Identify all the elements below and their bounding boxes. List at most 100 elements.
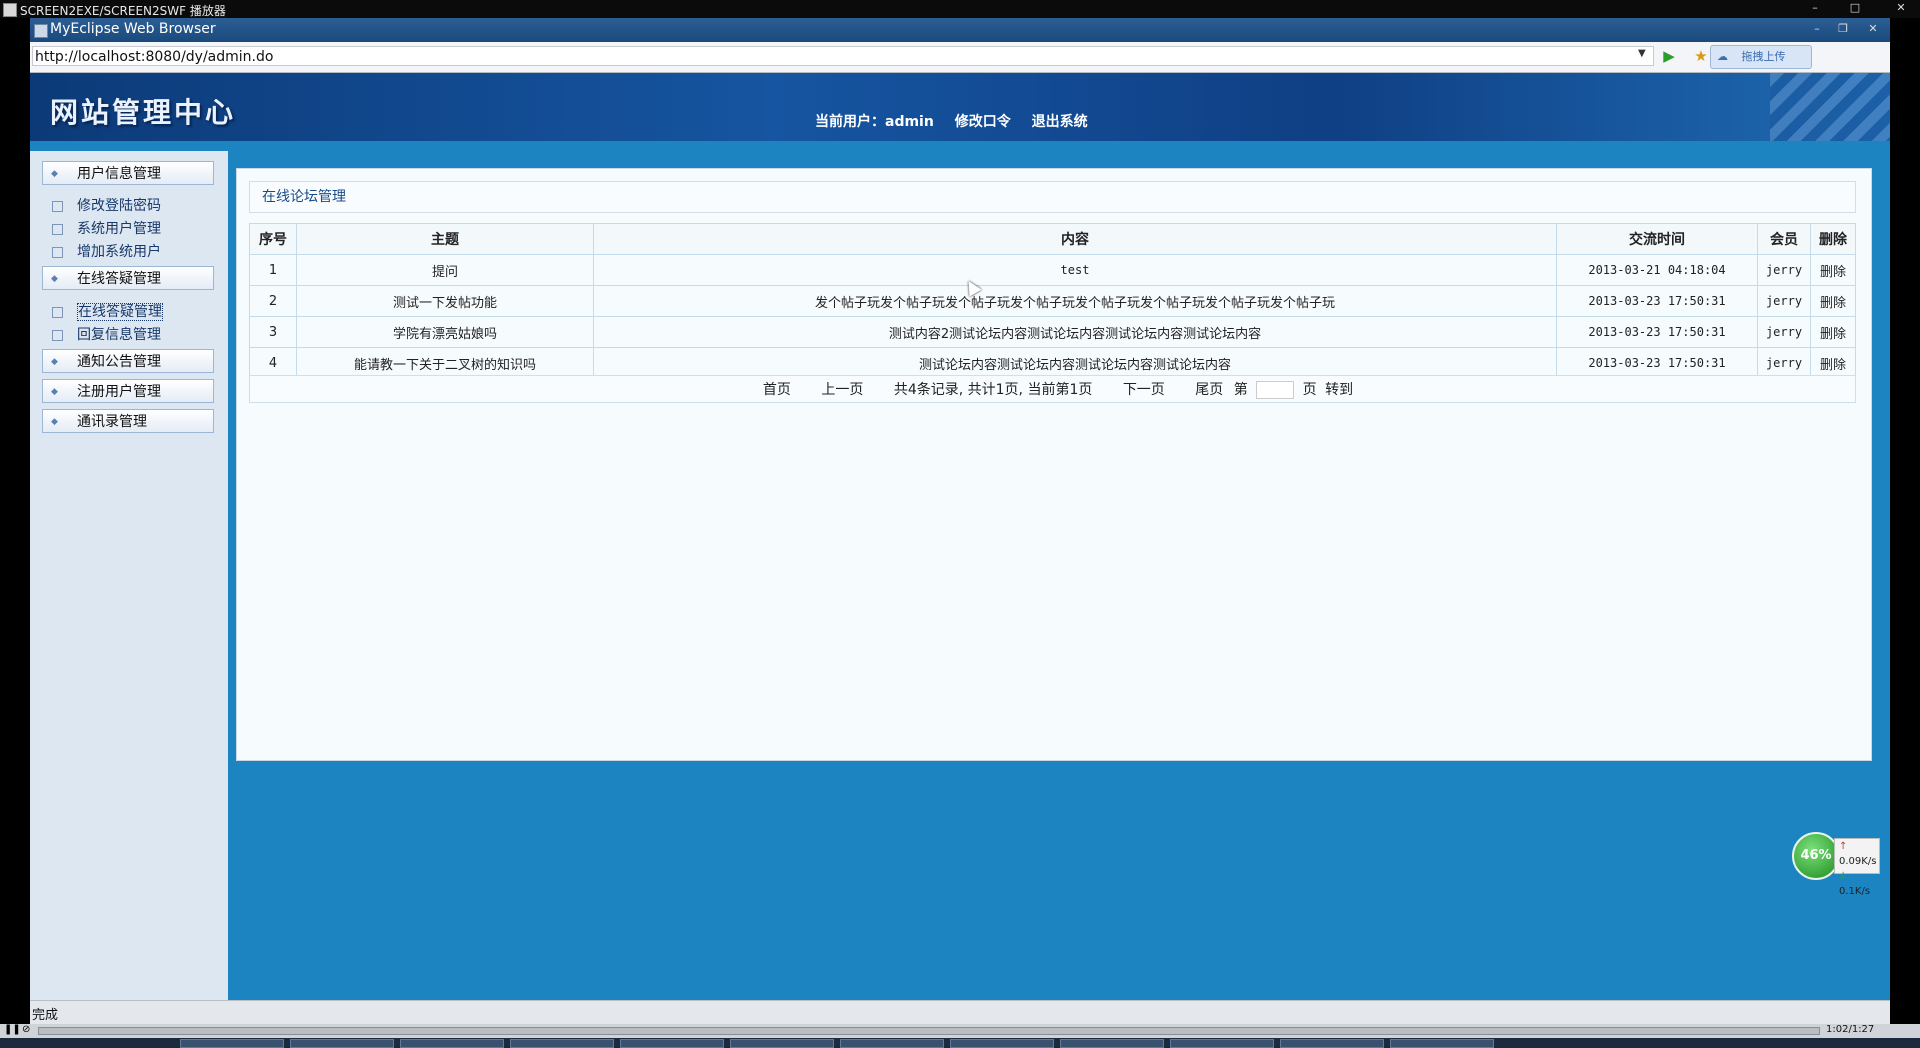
taskbar-item[interactable] xyxy=(1170,1039,1274,1048)
sidebar-item-qa-manage[interactable]: 在线答疑管理 xyxy=(52,301,163,321)
pager-page-suffix: 页 xyxy=(1302,382,1317,398)
cell-content: 发个帖子玩发个帖子玩发个帖子玩发个帖子玩发个帖子玩发个帖子玩发个帖子玩发个帖子玩 xyxy=(593,285,1557,317)
col-header: 序号 xyxy=(249,223,297,255)
current-user: 当前用户：admin xyxy=(815,114,934,130)
url-dropdown-icon[interactable]: ▼ xyxy=(1638,48,1646,59)
change-password-link[interactable]: 修改口令 xyxy=(955,114,1011,130)
table-header-row: 序号 主题 内容 交流时间 会员 删除 xyxy=(249,223,1856,255)
taskbar-item[interactable] xyxy=(510,1039,614,1048)
delete-link[interactable]: 删除 xyxy=(1810,285,1856,317)
taskbar-item[interactable] xyxy=(1060,1039,1164,1048)
delete-link[interactable]: 删除 xyxy=(1810,347,1856,379)
pager-next-link[interactable]: 下一页 xyxy=(1123,382,1165,398)
sidebar-item-label: 修改登陆密码 xyxy=(77,198,161,214)
pager-goto-button[interactable]: 转到 xyxy=(1325,382,1353,398)
pager-prev-link[interactable]: 上一页 xyxy=(821,382,863,398)
player-app-icon xyxy=(3,3,17,17)
tree-node-icon xyxy=(52,223,63,235)
sidebar-item-reply-manage[interactable]: 回复信息管理 xyxy=(52,324,161,344)
cell-time: 2013-03-23 17:50:31 xyxy=(1556,285,1758,317)
taskbar-item[interactable] xyxy=(1390,1039,1494,1048)
taskbar-item[interactable] xyxy=(620,1039,724,1048)
table-row: 4 能请教一下关于二叉树的知识吗 测试论坛内容测试论坛内容测试论坛内容测试论坛内… xyxy=(249,347,1856,379)
header-stripe xyxy=(30,141,1890,151)
header-decoration xyxy=(1770,73,1890,141)
pager-last-link[interactable]: 尾页 xyxy=(1195,382,1223,398)
browser-window: MyEclipse Web Browser – ❐ ✕ http://local… xyxy=(30,18,1890,1024)
menu-group-notices[interactable]: ◆ 通知公告管理 xyxy=(42,349,214,373)
sidebar-item-label: 回复信息管理 xyxy=(77,327,161,343)
player-time: 1:02/1:27 xyxy=(1826,1024,1875,1035)
menu-group-label: 通知公告管理 xyxy=(77,354,161,370)
menu-group-label: 在线答疑管理 xyxy=(77,271,161,287)
taskbar-item[interactable] xyxy=(1280,1039,1384,1048)
menu-group-label: 注册用户管理 xyxy=(77,384,161,400)
browser-close-icon[interactable]: ✕ xyxy=(1866,23,1880,35)
player-close-icon[interactable]: ✕ xyxy=(1894,2,1908,14)
browser-app-icon xyxy=(34,24,48,38)
sidebar-item-add-user[interactable]: 增加系统用户 xyxy=(52,241,161,261)
taskbar-item[interactable] xyxy=(730,1039,834,1048)
tree-node-icon xyxy=(52,246,63,258)
taskbar-item[interactable] xyxy=(950,1039,1054,1048)
cell-time: 2013-03-23 17:50:31 xyxy=(1556,347,1758,379)
player-title: SCREEN2EXE/SCREEN2SWF 播放器 xyxy=(20,4,226,18)
star-icon[interactable]: ★ xyxy=(1692,47,1710,65)
pager-page-prefix: 第 xyxy=(1233,382,1248,398)
pager: 首页 上一页 共4条记录, 共计1页, 当前第1页 下一页 尾页 第 页 转到 xyxy=(249,375,1856,403)
download-speed: 0.1K/s xyxy=(1839,886,1871,897)
taskbar-item[interactable] xyxy=(290,1039,394,1048)
col-header: 会员 xyxy=(1757,223,1811,255)
taskbar-item[interactable] xyxy=(840,1039,944,1048)
go-icon[interactable]: ▶ xyxy=(1660,47,1678,65)
menu-bullet-icon: ◆ xyxy=(51,357,58,367)
sidebar-item-label: 增加系统用户 xyxy=(77,244,161,260)
browser-restore-icon[interactable]: ❐ xyxy=(1836,23,1850,35)
cell-subject: 提问 xyxy=(296,254,594,286)
tree-node-icon xyxy=(52,200,63,212)
cell-content: test xyxy=(593,254,1557,286)
sidebar-item-label: 系统用户管理 xyxy=(77,221,161,237)
sidebar-item-system-users[interactable]: 系统用户管理 xyxy=(52,218,161,238)
menu-group-users[interactable]: ◆ 用户信息管理 xyxy=(42,161,214,185)
delete-link[interactable]: 删除 xyxy=(1810,254,1856,286)
stop-icon[interactable]: ⊘ xyxy=(22,1024,30,1035)
header-nav: 当前用户：admin 修改口令 退出系统 xyxy=(815,111,1104,131)
taskbar-item[interactable] xyxy=(400,1039,504,1048)
menu-bullet-icon: ◆ xyxy=(51,274,58,284)
upload-label: 拖拽上传 xyxy=(1741,50,1786,63)
player-seek-bar[interactable] xyxy=(38,1027,1820,1035)
menu-group-qa[interactable]: ◆ 在线答疑管理 xyxy=(42,266,214,290)
sidebar-item-change-password[interactable]: 修改登陆密码 xyxy=(52,195,161,215)
col-header: 内容 xyxy=(593,223,1557,255)
logout-link[interactable]: 退出系统 xyxy=(1032,114,1088,130)
col-header: 删除 xyxy=(1810,223,1856,255)
pause-icon[interactable]: ❚❚ xyxy=(4,1024,21,1035)
menu-group-registered-users[interactable]: ◆ 注册用户管理 xyxy=(42,379,214,403)
pager-first-link[interactable]: 首页 xyxy=(763,382,791,398)
tree-node-icon xyxy=(52,329,63,341)
cell-member: jerry xyxy=(1757,285,1811,317)
network-widget[interactable]: 46% ↑ 0.09K/s ↓ 0.1K/s xyxy=(1792,828,1880,897)
delete-link[interactable]: 删除 xyxy=(1810,316,1856,348)
download-arrow-icon: ↓ xyxy=(1839,871,1848,882)
site-title: 网站管理中心 xyxy=(50,96,237,129)
cell-member: jerry xyxy=(1757,316,1811,348)
url-input[interactable]: http://localhost:8080/dy/admin.do xyxy=(32,46,1654,66)
cell-member: jerry xyxy=(1757,254,1811,286)
menu-group-contacts[interactable]: ◆ 通讯录管理 xyxy=(42,409,214,433)
player-minimize-icon[interactable]: – xyxy=(1808,2,1822,14)
browser-title: MyEclipse Web Browser xyxy=(50,21,216,37)
page-number-input[interactable] xyxy=(1256,381,1295,399)
cell-index: 3 xyxy=(249,316,297,348)
cell-index: 1 xyxy=(249,254,297,286)
upload-button[interactable]: ☁ 拖拽上传 xyxy=(1710,45,1812,69)
taskbar-item[interactable] xyxy=(180,1039,284,1048)
browser-minimize-icon[interactable]: – xyxy=(1810,23,1824,35)
page-header: 网站管理中心 当前用户：admin 修改口令 退出系统 xyxy=(30,73,1890,141)
upload-speed: 0.09K/s xyxy=(1839,856,1877,867)
cell-subject: 学院有漂亮姑娘吗 xyxy=(296,316,594,348)
cell-content: 测试内容2测试论坛内容测试论坛内容测试论坛内容测试论坛内容 xyxy=(593,316,1557,348)
player-maximize-icon[interactable]: □ xyxy=(1848,2,1862,14)
cell-index: 2 xyxy=(249,285,297,317)
